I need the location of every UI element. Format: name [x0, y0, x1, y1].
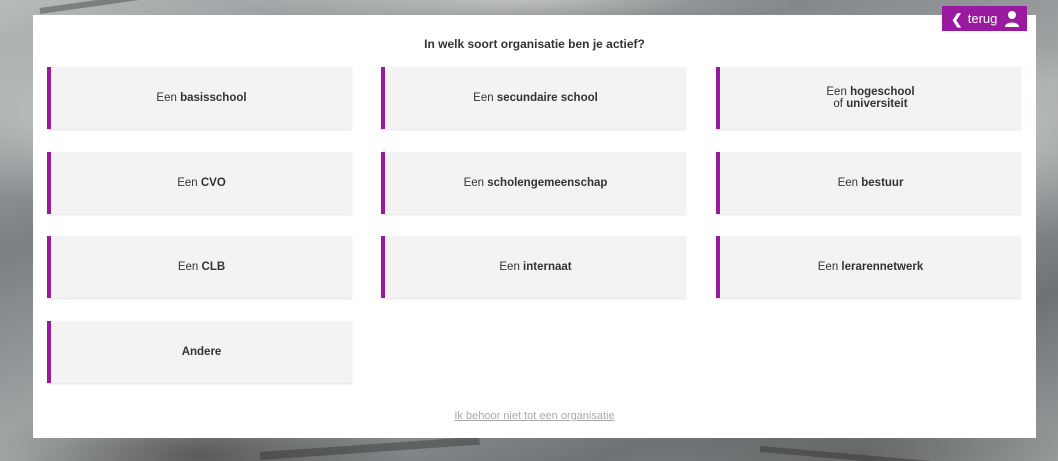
back-button[interactable]: ❮ terug	[942, 6, 1027, 31]
page-title: In welk soort organisatie ben je actief?	[424, 37, 645, 51]
option-clb[interactable]: Een CLB	[47, 236, 352, 298]
option-label: Een hogeschool of universiteit	[826, 85, 915, 110]
option-label: Een lerarennetwerk	[817, 260, 924, 273]
option-cvo[interactable]: Een CVO	[47, 152, 352, 214]
chevron-left-icon: ❮	[951, 10, 963, 27]
user-icon[interactable]	[1004, 10, 1020, 27]
option-label: Een bestuur	[837, 176, 904, 189]
option-internaat[interactable]: Een internaat	[381, 236, 686, 298]
option-label: Een CVO	[177, 176, 226, 189]
option-label: Een CLB	[177, 260, 226, 273]
no-organisation-link[interactable]: Ik behoor niet tot een organisatie	[33, 410, 1036, 422]
back-label: terug	[967, 11, 998, 26]
option-label: Een scholengemeenschap	[463, 176, 608, 189]
option-label: Andere	[181, 345, 222, 358]
option-hogeschool-universiteit[interactable]: Een hogeschool of universiteit	[716, 67, 1021, 129]
option-label: Een secundaire school	[473, 91, 598, 104]
option-label: Een basisschool	[156, 91, 247, 104]
option-basisschool[interactable]: Een basisschool	[47, 67, 352, 129]
option-label: Een internaat	[499, 260, 572, 273]
option-scholengemeenschap[interactable]: Een scholengemeenschap	[381, 152, 686, 214]
organisation-panel: In welk soort organisatie ben je actief?…	[33, 15, 1036, 438]
option-lerarennetwerk[interactable]: Een lerarennetwerk	[716, 236, 1021, 298]
option-bestuur[interactable]: Een bestuur	[716, 152, 1021, 214]
option-andere[interactable]: Andere	[47, 321, 352, 383]
option-secundaire-school[interactable]: Een secundaire school	[381, 67, 686, 129]
